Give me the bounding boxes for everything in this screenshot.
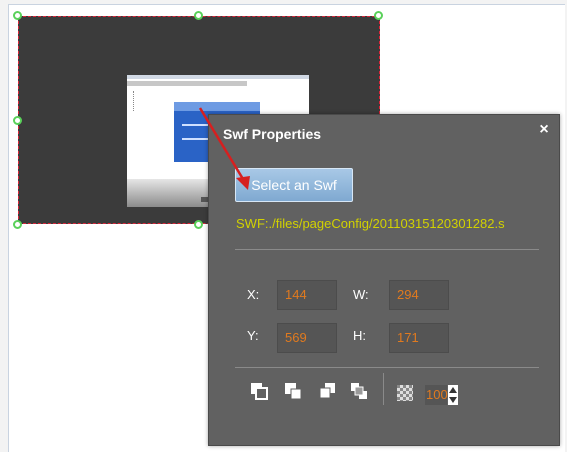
- swf-properties-panel: Swf Properties × Select an Swf SWF:./fil…: [208, 114, 560, 446]
- w-label: W:: [353, 287, 369, 302]
- h-field[interactable]: 171: [389, 323, 449, 353]
- divider: [235, 249, 539, 250]
- y-field[interactable]: 569: [277, 323, 337, 353]
- divider: [235, 367, 539, 368]
- resize-handle-top-left[interactable]: [13, 11, 22, 20]
- swf-path-text: SWF:./files/pageConfig/20110315120301282…: [236, 216, 505, 231]
- spinner-down-icon[interactable]: [449, 397, 457, 403]
- toolbar-separator: [383, 373, 384, 405]
- spinner-up-icon[interactable]: [449, 387, 457, 393]
- resize-handle-top-right[interactable]: [374, 11, 383, 20]
- h-label: H:: [353, 328, 366, 343]
- x-label: X:: [247, 287, 260, 302]
- resize-handle-bottom-center[interactable]: [194, 220, 203, 229]
- panel-title: Swf Properties: [223, 126, 322, 142]
- send-backward-icon[interactable]: [349, 381, 371, 403]
- select-swf-button[interactable]: Select an Swf: [235, 168, 353, 202]
- opacity-spinner[interactable]: [448, 385, 458, 405]
- resize-handle-middle-left[interactable]: [13, 116, 22, 125]
- resize-handle-top-center[interactable]: [194, 11, 203, 20]
- opacity-input[interactable]: 100: [425, 385, 448, 405]
- y-label: Y:: [247, 328, 259, 343]
- resize-handle-bottom-left[interactable]: [13, 220, 22, 229]
- x-field[interactable]: 144: [277, 280, 337, 310]
- w-field[interactable]: 294: [389, 280, 449, 310]
- bring-forward-icon[interactable]: [317, 381, 339, 403]
- send-to-back-icon[interactable]: [283, 381, 305, 403]
- bring-to-front-icon[interactable]: [249, 381, 271, 403]
- opacity-icon: [397, 385, 413, 401]
- close-icon[interactable]: ×: [535, 121, 553, 139]
